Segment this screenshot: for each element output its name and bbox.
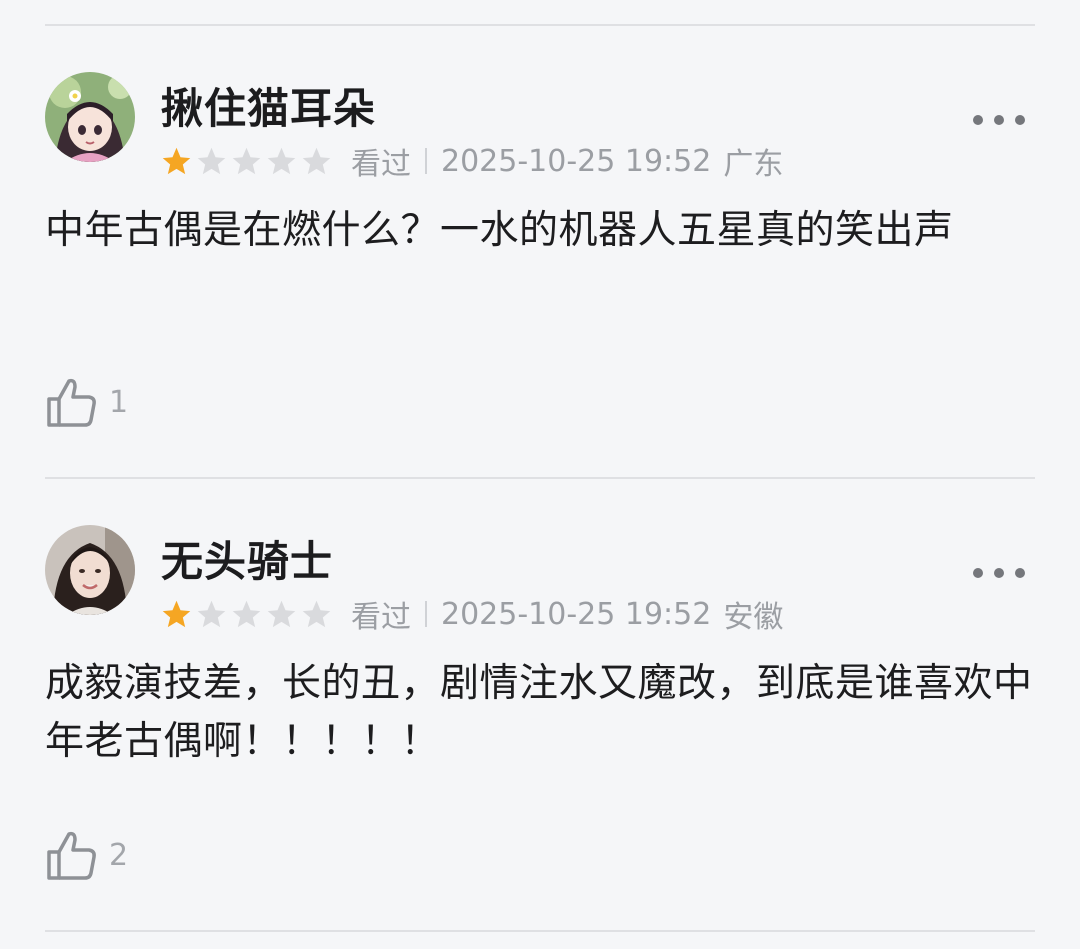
username[interactable]: 揪住猫耳朵 xyxy=(161,75,376,136)
more-options-icon[interactable] xyxy=(970,563,1028,583)
review-location: 安徽 xyxy=(723,600,784,635)
like-button[interactable]: 2 xyxy=(45,825,128,885)
photo-avatar-icon[interactable] xyxy=(45,525,135,615)
star-empty-icon xyxy=(302,600,331,627)
rating-stars xyxy=(160,598,335,631)
review-item: 无头骑士 看过 2025-10-25 19:52 安徽 成毅演技差，长的丑，剧情… xyxy=(0,479,1080,880)
review-comment: 成毅演技差，长的丑，剧情注水又魔改，到底是谁喜欢中年老古偶啊！！！！！ xyxy=(45,661,1033,764)
like-count: 2 xyxy=(109,837,129,873)
star-filled-icon xyxy=(162,147,191,174)
review-datetime: 2025-10-25 19:52 xyxy=(441,143,712,179)
review-comment: 中年古偶是在燃什么？一水的机器人五星真的笑出声 xyxy=(45,208,954,253)
star-empty-icon xyxy=(197,147,226,174)
bottom-divider xyxy=(45,930,1035,932)
rating-stars xyxy=(160,145,335,178)
watch-status: 看过 xyxy=(351,147,411,182)
thumbs-up-icon xyxy=(47,378,96,427)
star-empty-icon xyxy=(232,147,261,174)
thumbs-up-icon xyxy=(47,831,96,880)
review-datetime: 2025-10-25 19:52 xyxy=(441,596,712,632)
star-filled-icon xyxy=(162,600,191,627)
star-empty-icon xyxy=(267,600,296,627)
more-options-icon[interactable] xyxy=(970,110,1028,130)
username[interactable]: 无头骑士 xyxy=(161,528,333,589)
star-empty-icon xyxy=(302,147,331,174)
review-meta: 看过 2025-10-25 19:52 广东 xyxy=(160,138,783,184)
like-button[interactable]: 1 xyxy=(45,372,128,432)
review-item: 揪住猫耳朵 看过 2025-10-25 19:52 广东 中年古偶是在燃什么？一… xyxy=(0,26,1080,427)
meta-separator xyxy=(425,601,427,627)
star-empty-icon xyxy=(197,600,226,627)
watch-status: 看过 xyxy=(351,600,411,635)
review-meta: 看过 2025-10-25 19:52 安徽 xyxy=(160,591,783,637)
anime-avatar-icon[interactable] xyxy=(45,72,135,162)
review-location: 广东 xyxy=(723,147,784,182)
star-empty-icon xyxy=(267,147,296,174)
like-count: 1 xyxy=(109,384,129,420)
meta-separator xyxy=(425,148,427,174)
star-empty-icon xyxy=(232,600,261,627)
